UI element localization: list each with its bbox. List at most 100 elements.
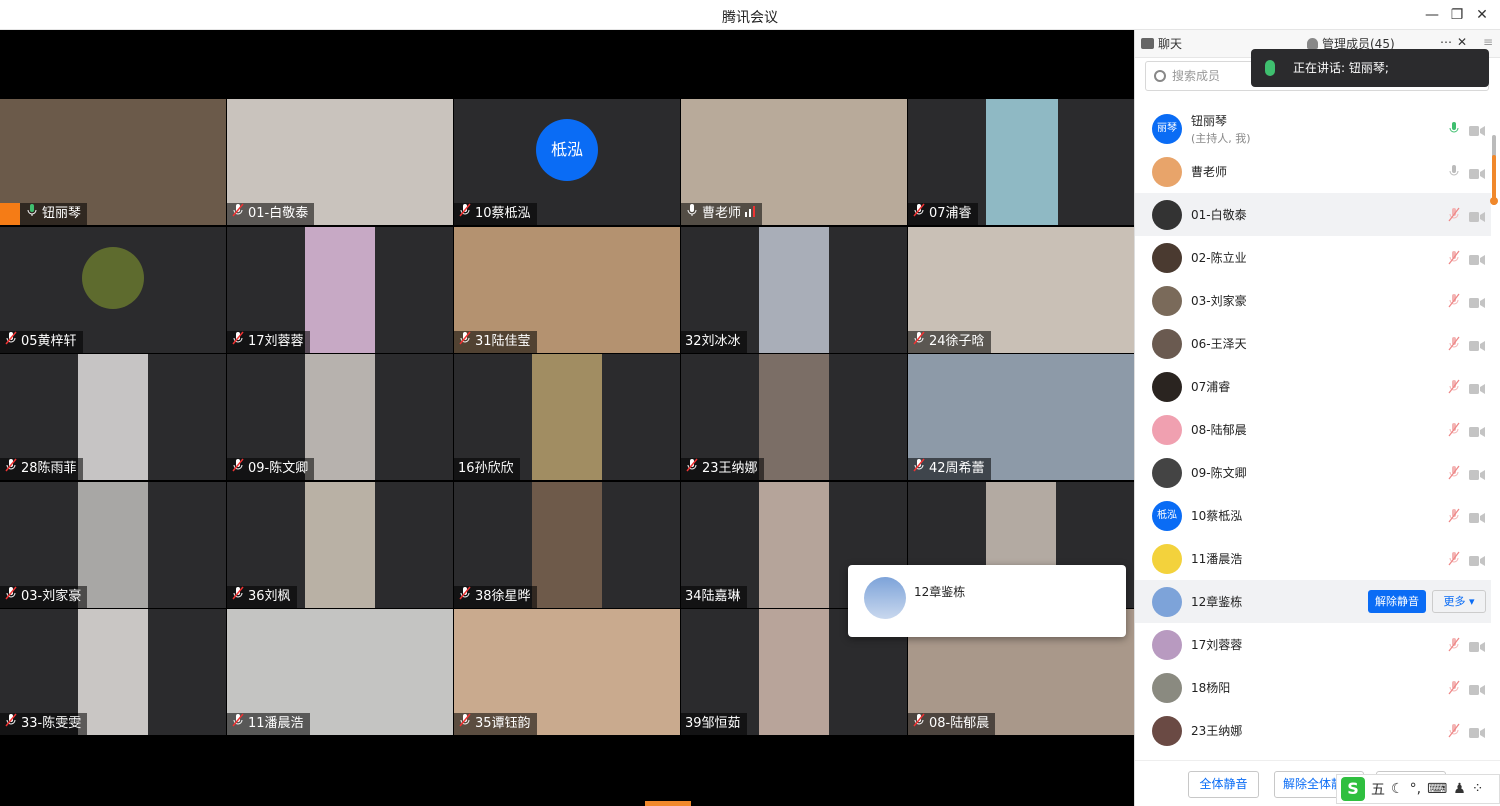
user-icon[interactable]: ♟	[1453, 781, 1466, 797]
camera-icon[interactable]	[1469, 638, 1485, 652]
moon-icon[interactable]: ☾	[1391, 781, 1404, 797]
camera-icon[interactable]	[1469, 337, 1485, 351]
mic-muted-icon[interactable]	[1447, 465, 1461, 480]
member-name: 11潘晨浩	[1191, 552, 1243, 566]
camera-icon[interactable]	[1469, 380, 1485, 394]
camera-icon[interactable]	[1469, 251, 1485, 265]
member-row[interactable]: 丽琴 钮丽琴 (主持人, 我)	[1135, 107, 1491, 150]
grid-icon[interactable]: ⁘	[1472, 781, 1484, 797]
mic-muted-icon[interactable]	[1447, 336, 1461, 351]
camera-icon[interactable]	[1469, 423, 1485, 437]
video-feed	[305, 354, 375, 480]
camera-icon[interactable]	[1469, 509, 1485, 523]
video-tile[interactable]: 35谭钰韵	[454, 609, 680, 735]
tab-chat[interactable]: 聊天	[1141, 35, 1182, 52]
member-row[interactable]: 18杨阳	[1135, 666, 1491, 709]
keyboard-icon[interactable]: ⌨	[1427, 781, 1447, 797]
camera-icon[interactable]	[1469, 294, 1485, 308]
close-button[interactable]: ✕	[1472, 5, 1492, 25]
video-tile[interactable]: 28陈雨菲	[0, 354, 226, 480]
video-tile[interactable]: 09-陈文卿	[227, 354, 453, 480]
mic-muted-icon[interactable]	[1447, 551, 1461, 566]
member-row[interactable]: 01-白敬泰	[1135, 193, 1491, 236]
mic-muted-icon[interactable]	[1447, 723, 1461, 738]
punctuation-icon[interactable]: °,	[1410, 781, 1421, 797]
avatar	[1152, 715, 1182, 746]
avatar	[1152, 199, 1182, 230]
camera-icon[interactable]	[1469, 724, 1485, 738]
mic-muted-icon[interactable]	[1447, 207, 1461, 222]
member-row[interactable]: 11潘晨浩	[1135, 537, 1491, 580]
member-row[interactable]: 柢泓 10蔡柢泓	[1135, 494, 1491, 537]
avatar	[1152, 328, 1182, 359]
mute-all-button[interactable]: 全体静音	[1188, 771, 1259, 798]
mic-muted-icon	[4, 331, 18, 353]
video-tile[interactable]: 钮丽琴	[0, 99, 226, 225]
camera-icon[interactable]	[1469, 165, 1485, 179]
mic-muted-icon[interactable]	[1447, 293, 1461, 308]
mic-muted-icon[interactable]	[1447, 508, 1461, 523]
mic-muted-icon[interactable]	[1447, 422, 1461, 437]
member-row[interactable]: 17刘蓉蓉	[1135, 623, 1491, 666]
member-row[interactable]: 08-陆郁晨	[1135, 408, 1491, 451]
close-panel-button[interactable]: ✕	[1457, 35, 1467, 49]
more-icon[interactable]: ⋯	[1440, 35, 1452, 49]
mic-muted-icon[interactable]	[1447, 680, 1461, 695]
mic-muted-icon[interactable]	[1447, 250, 1461, 265]
mic-muted-icon	[458, 331, 472, 353]
camera-icon[interactable]	[1469, 122, 1485, 136]
member-row[interactable]: 曹老师	[1135, 150, 1491, 193]
participant-label: 07浦睿	[908, 203, 978, 225]
participant-label: 38徐星晔	[454, 585, 537, 608]
mic-muted-icon[interactable]	[1447, 637, 1461, 652]
unmute-member-button[interactable]: 解除静音	[1368, 590, 1426, 613]
restore-button[interactable]: ❐	[1447, 5, 1467, 25]
camera-icon[interactable]	[1469, 681, 1485, 695]
video-tile[interactable]: 11潘晨浩	[227, 609, 453, 735]
video-tile[interactable]: 24徐子晗	[908, 226, 1134, 353]
sogou-logo-icon[interactable]: S	[1341, 777, 1365, 801]
member-row[interactable]: 09-陈文卿	[1135, 451, 1491, 494]
microphone-icon[interactable]	[1447, 164, 1461, 179]
mic-muted-icon	[4, 713, 18, 735]
video-tile[interactable]: 23王纳娜	[681, 354, 907, 480]
video-tile[interactable]: 17刘蓉蓉	[227, 226, 453, 353]
video-tile[interactable]: 曹老师	[681, 99, 907, 225]
minimize-button[interactable]: —	[1422, 5, 1442, 25]
participant-label: 32刘冰冰	[681, 330, 747, 353]
video-tile[interactable]: 07浦睿	[908, 99, 1134, 225]
camera-icon[interactable]	[1469, 552, 1485, 566]
video-tile[interactable]: 03-刘家豪	[0, 481, 226, 608]
camera-icon[interactable]	[1469, 208, 1485, 222]
member-name: 01-白敬泰	[1191, 208, 1247, 222]
video-feed	[78, 354, 148, 480]
video-tile[interactable]: 38徐星晔	[454, 481, 680, 608]
input-mode[interactable]: 五	[1371, 779, 1385, 799]
mic-on-icon[interactable]	[1447, 121, 1461, 136]
video-tile[interactable]: 01-白敬泰	[227, 99, 453, 225]
video-tile[interactable]: 16孙欣欣	[454, 354, 680, 480]
member-name: 曹老师	[1191, 165, 1228, 179]
video-tile[interactable]: 36刘枫	[227, 481, 453, 608]
member-row[interactable]: 12章鉴栋 解除静音 更多 ▾	[1135, 580, 1491, 623]
panel-menu-icon[interactable]: ≡	[1483, 35, 1493, 49]
member-row[interactable]: 02-陈立业	[1135, 236, 1491, 279]
video-tile[interactable]: 柢泓 10蔡柢泓	[454, 99, 680, 225]
member-more-button[interactable]: 更多 ▾	[1432, 590, 1486, 613]
member-row[interactable]: 23王纳娜	[1135, 709, 1491, 752]
video-tile[interactable]: 32刘冰冰	[681, 226, 907, 353]
video-tile[interactable]: 42周希蕾	[908, 354, 1134, 480]
camera-icon[interactable]	[1469, 466, 1485, 480]
video-tile[interactable]: 31陆佳莹	[454, 226, 680, 353]
member-row[interactable]: 07浦睿	[1135, 365, 1491, 408]
mic-muted-icon[interactable]	[1447, 379, 1461, 394]
member-name: 08-陆郁晨	[1191, 423, 1247, 437]
participant-name: 08-陆郁晨	[929, 716, 990, 731]
member-row[interactable]: 03-刘家豪	[1135, 279, 1491, 322]
participant-label: 曹老师	[681, 203, 763, 225]
member-row[interactable]: 06-王泽天	[1135, 322, 1491, 365]
member-name: 03-刘家豪	[1191, 294, 1247, 308]
video-tile[interactable]: 05黄梓轩	[0, 226, 226, 353]
video-tile[interactable]: 33-陈雯雯	[0, 609, 226, 735]
participant-label: 34陆嘉琳	[681, 585, 747, 608]
